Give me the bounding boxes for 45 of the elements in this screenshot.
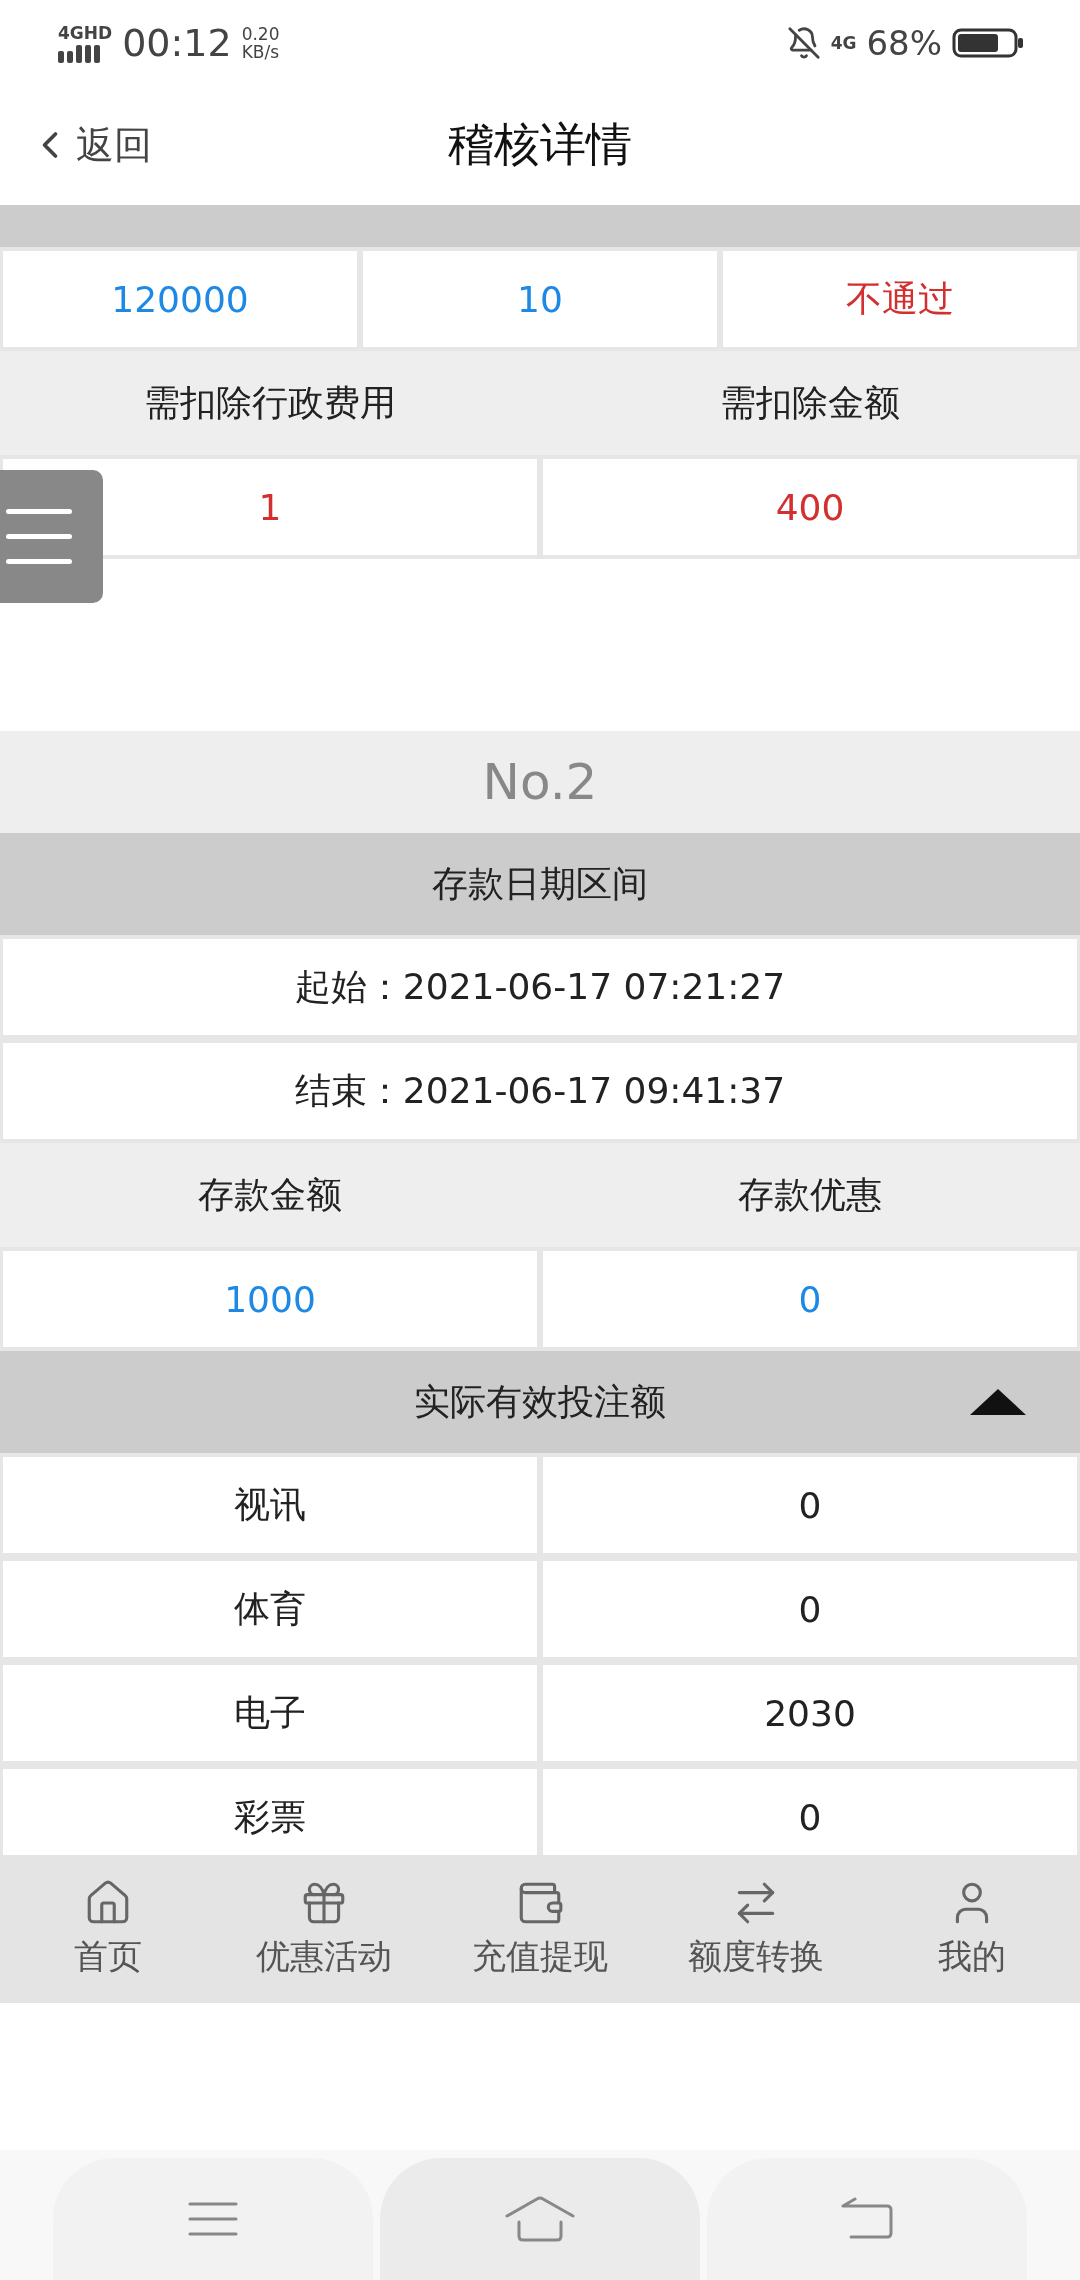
collapse-icon[interactable] [970, 1389, 1026, 1415]
table-cell: 彩票 [3, 1769, 537, 1855]
table-cell: 400 [543, 459, 1077, 555]
back-button[interactable] [706, 2158, 1027, 2280]
back-button[interactable]: 返回 [0, 119, 152, 171]
table-cell: 10 [363, 251, 717, 347]
table-cell: 2030 [543, 1665, 1077, 1761]
section-title: 实际有效投注额 [414, 1379, 666, 1424]
table-cell: 0 [543, 1769, 1077, 1855]
table-cell: 电子 [3, 1665, 537, 1761]
battery-icon [952, 27, 1024, 58]
back-icon [840, 2197, 893, 2241]
mute-icon [786, 25, 821, 60]
home-icon [505, 2196, 575, 2242]
table-cell: 体育 [3, 1561, 537, 1657]
section-title: 存款日期区间 [432, 861, 648, 906]
record-number: No.2 [482, 753, 598, 811]
column-header: 存款金额 [197, 1172, 343, 1217]
column-header: 需扣除金额 [719, 380, 901, 425]
home-button[interactable] [380, 2158, 700, 2280]
network-type: 4G [830, 32, 857, 53]
table-cell: 起始：2021-06-17 07:21:27 [3, 939, 1077, 1035]
page-title: 稽核详情 [448, 117, 632, 171]
table-cell: 0 [543, 1251, 1077, 1347]
network-speed: 0.20 [241, 24, 280, 43]
column-header: 存款优惠 [737, 1172, 883, 1217]
nav-tab[interactable]: 我的 [864, 1855, 1080, 2003]
table-cell: 不通过 [723, 251, 1077, 347]
table-cell: 1000 [3, 1251, 537, 1347]
table-cell: 0 [543, 1457, 1077, 1553]
menu-button[interactable] [0, 470, 103, 603]
nav-tab[interactable]: 充值提现 [432, 1855, 648, 2003]
clock: 00:12 [122, 20, 232, 65]
table-cell: 120000 [3, 251, 357, 347]
table-cell: 0 [543, 1561, 1077, 1657]
battery-percent: 68% [866, 22, 942, 63]
nav-tab[interactable]: 优惠活动 [216, 1855, 432, 2003]
signal-icon [58, 42, 102, 63]
table-cell: 结束：2021-06-17 09:41:37 [3, 1043, 1077, 1139]
speed-unit: KB/s [241, 42, 280, 61]
column-header: 需扣除行政费用 [143, 380, 397, 425]
table-cell: 视讯 [3, 1457, 537, 1553]
nav-tab[interactable]: 额度转换 [648, 1855, 864, 2003]
nav-tab[interactable]: 首页 [0, 1855, 216, 2003]
network-type: 4GHD [58, 22, 113, 43]
